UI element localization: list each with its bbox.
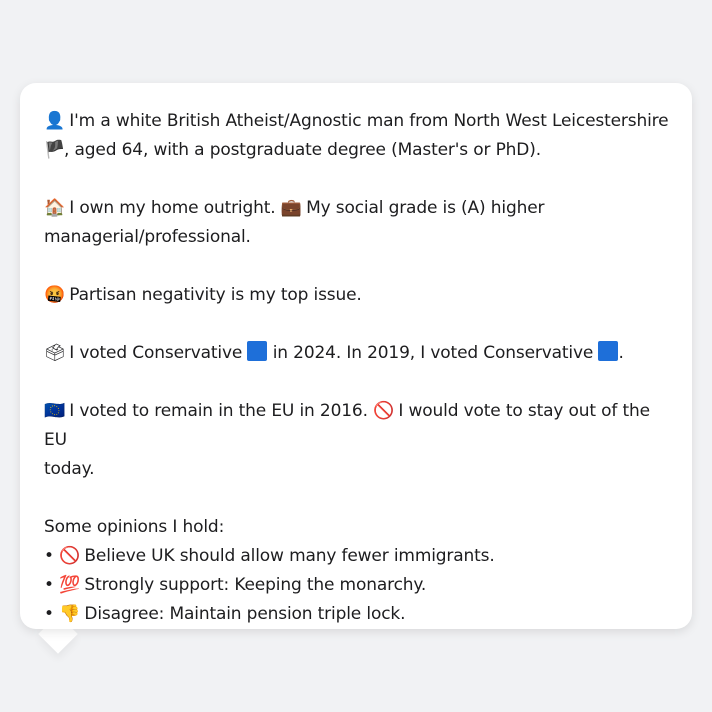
opinion-text: Strongly support: Keeping the monarchy. (84, 575, 427, 595)
list-item: • 💯 Strongly support: Keeping the monarc… (44, 571, 672, 600)
home-own-text: I own my home outright. (69, 198, 276, 218)
conservative-blue-square-icon (247, 341, 268, 361)
vote-paragraph: 🗳 I voted Conservative in 2024. In 2019,… (44, 339, 672, 368)
conservative-blue-square-icon (598, 341, 619, 361)
social-grade-text-2: managerial/professional. (44, 227, 251, 247)
intro-text: I'm a white British Atheist/Agnostic man… (69, 111, 669, 131)
issue-paragraph: 🤬 Partisan negativity is my top issue. (44, 281, 672, 310)
eu-paragraph: 🇪🇺 I voted to remain in the EU in 2016. … (44, 397, 672, 484)
no-entry-icon: 🚫 (59, 546, 81, 566)
house-icon: 🏠 (44, 198, 66, 218)
eu-text-c: today. (44, 459, 95, 479)
hundred-points-icon: 💯 (59, 575, 81, 595)
eu-text-a: I voted to remain in the EU in 2016. (69, 401, 368, 421)
person-icon: 👤 (44, 111, 66, 131)
intro-text-2: , aged 64, with a postgraduate degree (M… (64, 140, 541, 160)
list-item: • 👎 Disagree: Maintain pension triple lo… (44, 600, 672, 629)
ballot-box-icon: 🗳 (44, 343, 66, 363)
vote-text-a: I voted Conservative (69, 343, 243, 363)
intro-paragraph: 👤 I'm a white British Atheist/Agnostic m… (44, 107, 672, 165)
thumbs-down-icon: 👎 (59, 604, 81, 624)
bullet: • (44, 575, 54, 595)
persona-card: 👤 I'm a white British Atheist/Agnostic m… (20, 83, 692, 629)
england-flag-icon: 🏴 (44, 140, 66, 160)
social-grade-text: My social grade is (A) higher (306, 198, 545, 218)
bullet: • (44, 546, 54, 566)
bullet: • (44, 604, 54, 624)
opinions-heading: Some opinions I hold: (44, 517, 225, 537)
opinions-section: Some opinions I hold: • 🚫 Believe UK sho… (44, 513, 672, 629)
top-issue-text: Partisan negativity is my top issue. (69, 285, 362, 305)
vote-text-c: . (618, 343, 624, 363)
opinion-text: Disagree: Maintain pension triple lock. (84, 604, 406, 624)
list-item: • 🚫 Believe UK should allow many fewer i… (44, 542, 672, 571)
briefcase-icon: 💼 (280, 198, 302, 218)
vote-text-b: in 2024. In 2019, I voted Conservative (272, 343, 594, 363)
opinion-text: Believe UK should allow many fewer immig… (84, 546, 495, 566)
no-entry-icon: 🚫 (373, 401, 395, 421)
home-paragraph: 🏠 I own my home outright. 💼 My social gr… (44, 194, 672, 252)
eu-flag-icon: 🇪🇺 (44, 401, 66, 421)
angry-face-icon: 🤬 (44, 285, 66, 305)
